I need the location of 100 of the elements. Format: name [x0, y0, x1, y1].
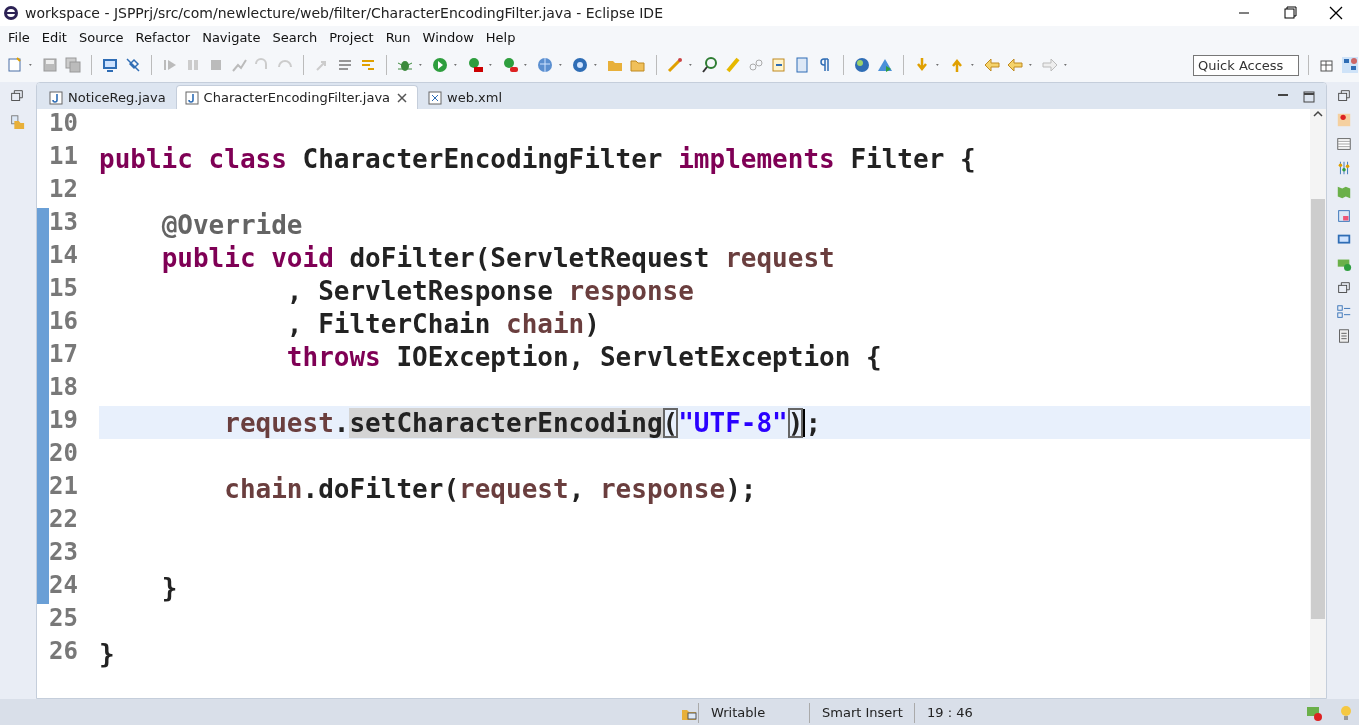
code-token: , [568, 473, 586, 504]
menu-item[interactable]: Project [323, 29, 380, 45]
menu-item[interactable]: File [2, 29, 36, 45]
globe-icon[interactable] [536, 56, 554, 74]
save-all-icon[interactable] [64, 56, 82, 74]
table-icon[interactable] [1336, 136, 1352, 152]
forward-icon[interactable] [1041, 56, 1059, 74]
monitor-icon[interactable] [101, 56, 119, 74]
java-file-icon [49, 90, 63, 105]
line-number: 23 [49, 538, 79, 568]
editor-tab[interactable]: NoticeReg.java [41, 86, 174, 109]
map-icon[interactable] [1336, 184, 1352, 200]
code-token: . [333, 407, 350, 438]
image-icon[interactable] [1336, 208, 1352, 224]
menu-item[interactable]: Refactor [129, 29, 197, 45]
code-token: Filter { [850, 143, 976, 174]
link-icon[interactable] [747, 56, 765, 74]
code-token: CharacterEncodingFilter [302, 143, 664, 174]
code-token: ) [584, 308, 600, 339]
editor-tab[interactable]: web.xml [420, 86, 511, 109]
code-token: request [459, 473, 569, 504]
line-number: 10 [49, 109, 79, 139]
line-number: 26 [49, 637, 79, 667]
wand-icon[interactable] [666, 56, 684, 74]
editor-tab[interactable]: CharacterEncodingFilter.java [175, 85, 419, 109]
line-number: 21 [49, 472, 79, 502]
status-text: Smart Insert [809, 702, 914, 723]
code-token: implements [678, 143, 836, 174]
line-number: 19 [49, 406, 79, 436]
line-number: 16 [49, 307, 79, 337]
perspective-icon[interactable] [1341, 56, 1359, 74]
restore-icon[interactable] [9, 88, 25, 104]
code-token: response [568, 275, 694, 306]
back-icon[interactable] [1006, 56, 1024, 74]
scrollbar-thumb[interactable] [1311, 199, 1325, 619]
restore-icon[interactable] [1336, 280, 1352, 296]
code-token: request [224, 407, 334, 438]
code-token: @Override [161, 209, 303, 240]
coverage-icon[interactable] [466, 56, 484, 74]
globe-icon[interactable] [853, 56, 871, 74]
run-icon[interactable] [431, 56, 449, 74]
matched-bracket: ) [787, 407, 804, 438]
line-number: 11 [49, 142, 79, 172]
code-token: "UTF-8" [678, 407, 788, 438]
menu-item[interactable]: Edit [35, 29, 73, 45]
line-number: 22 [49, 505, 79, 535]
code-token: ); [725, 473, 757, 504]
menu-item[interactable]: Source [72, 29, 130, 45]
search-icon[interactable] [701, 56, 719, 74]
code-token: .doFilter( [302, 473, 460, 504]
menu-item[interactable]: Navigate [196, 29, 267, 45]
code-token: request [725, 242, 835, 273]
code-token: throws [286, 341, 382, 372]
external-tool-icon[interactable] [501, 56, 519, 74]
line-number: 18 [49, 373, 79, 403]
code-token: , FilterChain [286, 308, 492, 339]
code-token: IOException, ServletException { [396, 341, 882, 372]
menu-item[interactable]: Help [479, 29, 522, 45]
line-number: 12 [49, 175, 79, 205]
code-token: chain [506, 308, 585, 339]
notes-icon[interactable] [1336, 328, 1352, 344]
java-file-icon [184, 90, 199, 105]
save-icon[interactable] [41, 56, 59, 74]
line-number: 14 [49, 241, 79, 271]
line-number: 13 [49, 208, 79, 238]
menu-item[interactable]: Run [379, 29, 417, 45]
matched-bracket: ( [662, 407, 679, 438]
highlighted-token: setCharacterEncoding [349, 407, 663, 438]
line-number: 24 [49, 571, 79, 601]
restore-icon[interactable] [1336, 88, 1352, 104]
code-token: } [161, 572, 178, 603]
status-text: Writable [698, 702, 809, 723]
code-token: doFilter(ServletRequest [349, 242, 711, 273]
code-token: response [599, 473, 726, 504]
window-title: workspace - JSPPrj/src/com/newlecture/web/filter/CharacterEncodingFilter.java - Eclipse IDE [25, 5, 664, 21]
code-token: ; [805, 407, 822, 438]
menu-item[interactable]: Window [416, 29, 480, 45]
maximize-icon[interactable] [1302, 91, 1316, 103]
app-icon [3, 5, 19, 21]
status-text: 19 : 46 [914, 702, 1009, 723]
files-icon[interactable] [9, 114, 25, 130]
xml-file-icon [428, 90, 443, 105]
code-token: public void [161, 242, 335, 273]
quick-access-field[interactable]: Quick Access [1193, 54, 1299, 76]
scroll-up-icon[interactable] [1312, 109, 1324, 119]
line-number: 25 [49, 604, 79, 634]
document-icon[interactable] [793, 56, 811, 74]
menu-item[interactable]: Search [266, 29, 324, 45]
line-number: 17 [49, 340, 79, 370]
code-token: public class [99, 143, 288, 174]
back-icon[interactable] [983, 56, 1001, 74]
close-icon[interactable] [395, 90, 410, 105]
outline-icon[interactable] [1336, 304, 1352, 320]
line-number: 20 [49, 439, 79, 469]
line-number: 15 [49, 274, 79, 304]
code-token: , ServletResponse [286, 275, 554, 306]
new-file-icon[interactable] [6, 56, 24, 74]
sliders-icon[interactable] [1336, 160, 1352, 176]
code-token: chain [224, 473, 303, 504]
text-cursor [803, 408, 806, 437]
